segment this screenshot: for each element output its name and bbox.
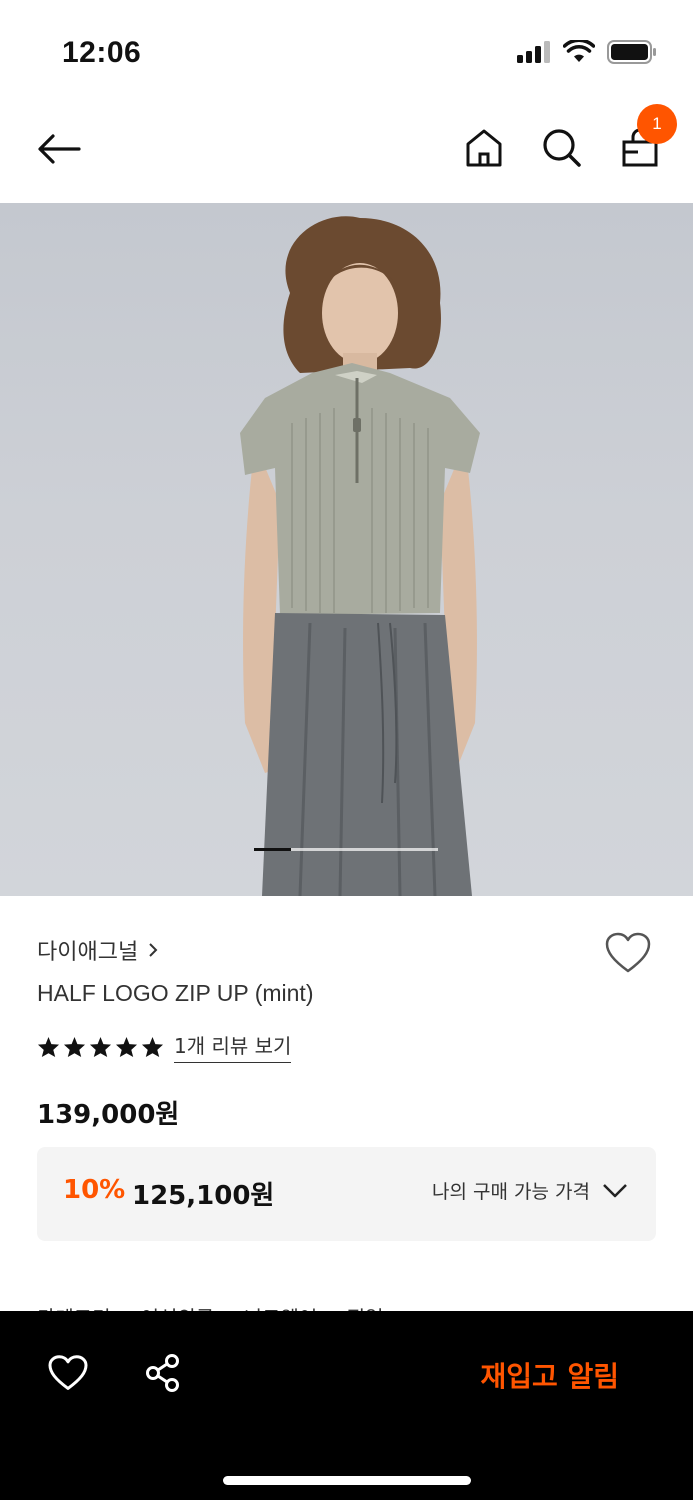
product-photo	[240, 216, 480, 896]
star-icon	[37, 1036, 60, 1057]
bottom-wishlist-button[interactable]	[48, 1355, 92, 1395]
star-icon	[63, 1036, 86, 1057]
signal-icon	[517, 41, 550, 63]
back-button[interactable]	[34, 126, 84, 172]
discount-box: 10% 125,100원 나의 구매 가능 가격	[37, 1147, 656, 1241]
star-icon	[115, 1036, 138, 1057]
image-pager	[254, 848, 438, 851]
home-button[interactable]	[460, 124, 508, 172]
heart-icon	[605, 932, 651, 973]
status-icons	[517, 40, 657, 64]
status-bar: 12:06	[0, 0, 693, 100]
wishlist-button[interactable]	[605, 932, 655, 976]
rating-row: 1개 리뷰 보기	[37, 1030, 292, 1063]
my-price-dropdown[interactable]: 나의 구매 가능 가격	[432, 1177, 628, 1204]
bottom-action-bar: 재입고 알림	[0, 1311, 693, 1500]
chevron-right-icon	[149, 943, 158, 957]
top-nav-bar	[0, 100, 693, 203]
image-pager-indicator	[254, 848, 291, 851]
cart-count-badge: 1	[637, 104, 677, 144]
search-icon	[543, 129, 581, 167]
product-image-carousel[interactable]	[0, 203, 693, 896]
battery-icon	[607, 40, 656, 64]
chevron-down-icon	[603, 1183, 627, 1197]
heart-icon	[48, 1355, 88, 1390]
home-icon	[466, 129, 502, 167]
discount-percent: 10%	[63, 1175, 126, 1205]
search-button[interactable]	[538, 124, 586, 172]
back-arrow-icon	[38, 134, 81, 164]
product-name: HALF LOGO ZIP UP (mint)	[37, 980, 314, 1006]
original-price: 139,000원	[37, 1100, 180, 1130]
review-link[interactable]: 1개 리뷰 보기	[174, 1030, 292, 1063]
status-time: 12:06	[62, 36, 142, 69]
discount-price: 125,100원	[132, 1181, 275, 1211]
wifi-icon	[563, 40, 595, 62]
star-icon	[141, 1036, 164, 1057]
share-icon	[146, 1354, 179, 1392]
my-price-label: 나의 구매 가능 가격	[432, 1181, 590, 1203]
star-rating	[37, 1036, 164, 1058]
brand-link[interactable]: 다이애그널	[37, 934, 158, 966]
home-indicator	[223, 1476, 471, 1485]
share-button[interactable]	[144, 1353, 188, 1397]
star-icon	[89, 1036, 112, 1057]
restock-alert-button[interactable]: 재입고 알림	[480, 1355, 619, 1395]
brand-name: 다이애그널	[37, 940, 139, 965]
